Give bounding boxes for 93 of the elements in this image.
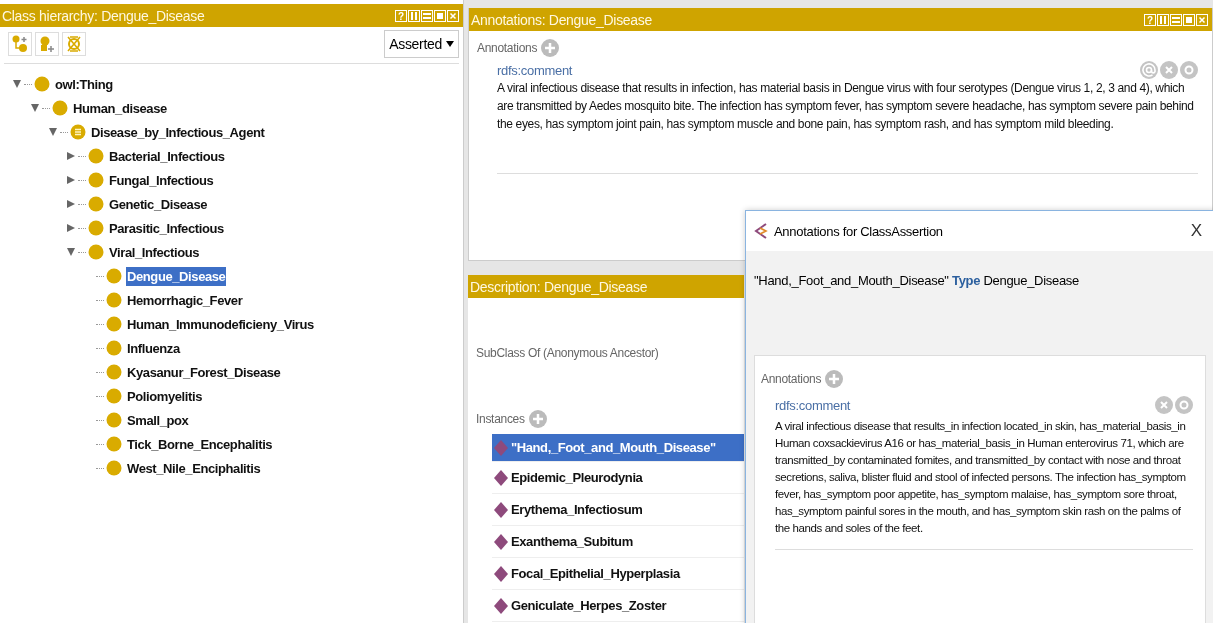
expand-triangle-icon[interactable]: [66, 223, 76, 233]
tree-item[interactable]: Kyasanur_Forest_Disease: [126, 362, 282, 382]
individual-diamond-icon: [494, 533, 508, 550]
instance-item[interactable]: Exanthema_Subitum: [492, 526, 744, 558]
crossed-node-icon: [65, 35, 83, 53]
close-icon[interactable]: [447, 9, 459, 22]
class-icon: [52, 100, 68, 116]
maximize-icon[interactable]: [1183, 13, 1195, 26]
delete-icon[interactable]: [1160, 61, 1178, 79]
collapse-triangle-icon[interactable]: [30, 103, 40, 113]
class-icon: [106, 412, 122, 428]
tree-item[interactable]: Bacterial_Infectious: [108, 146, 226, 166]
annotation-text: A viral infectious disease that results in infection, has material basis in Dengue virus with four serotypes (Dengue virus 1, 2, 3 and 4), which are transmitted by Aedes mosquito bite. The infection has symptom fever, has symptom severe headache, has symptom severe pain behind the eyes, has symptom joint pain, has symptom muscle and bone pain, has symptom rash, and has symptom mild bleeding.: [497, 80, 1195, 133]
defined-class-icon: [70, 124, 86, 140]
tree-item[interactable]: Genetic_Disease: [108, 194, 209, 214]
annotation-property[interactable]: rdfs:comment: [775, 397, 851, 413]
expand-triangle-icon[interactable]: [66, 151, 76, 161]
axiom-text: "Hand,_Foot_and_Mouth_Disease" Type Dengue_Disease: [753, 272, 1080, 290]
view-dropdown[interactable]: Asserted: [384, 30, 459, 58]
tree-item[interactable]: Disease_by_Infectious_Agent: [90, 122, 266, 142]
sibling-node-icon: [38, 35, 56, 53]
class-icon: [106, 316, 122, 332]
add-sibling-button[interactable]: [35, 32, 59, 56]
delete-icon[interactable]: [1155, 396, 1173, 414]
edit-icon[interactable]: [1180, 61, 1198, 79]
instance-item[interactable]: "Hand,_Foot_and_Mouth_Disease": [492, 434, 744, 462]
add-icon[interactable]: [825, 370, 844, 388]
add-icon[interactable]: [541, 39, 560, 57]
maximize-icon[interactable]: [434, 9, 446, 22]
class-icon: [106, 364, 122, 380]
panel-title: Description: Dengue_Disease: [470, 278, 649, 295]
annotation-text: A viral infectious disease that results_in infection located_in skin, has_material_basis_in Human coxsackievirus A16 or has_material_basis_in Human enterovirus 71, which are transmitted_by contaminated fomites, and transmitted_by contact with nose and throat secretions, saliva, blister fluid and stool of infected persons. The infection has_symptom fever, has_symptom poor appetite, has_symptom malaise, has_symptom sore throat, has_symptom painful sores in the mouth, and has_symptom skin rash on the palms of the hands and soles of the feet.: [775, 419, 1187, 536]
tree-item[interactable]: Tick_Borne_Encephalitis: [126, 434, 274, 454]
tree-item[interactable]: Influenza: [126, 338, 181, 358]
instance-item[interactable]: Focal_Epithelial_Hyperplasia: [492, 558, 744, 590]
tree-item[interactable]: Viral_Infectious: [108, 242, 201, 262]
tree-item[interactable]: Human_Immunodeficieny_Virus: [126, 314, 315, 334]
tree-item[interactable]: owl:Thing: [54, 74, 114, 94]
tree-item[interactable]: Hemorrhagic_Fever: [126, 290, 244, 310]
section-label: SubClass Of (Anonymous Ancestor): [476, 346, 659, 360]
section-label: Annotations: [761, 372, 822, 386]
collapse-triangle-icon[interactable]: [48, 127, 58, 137]
subclass-nodes-icon: [11, 35, 29, 53]
tree-item[interactable]: Poliomyelitis: [126, 386, 203, 406]
class-icon: [88, 220, 104, 236]
vertical-split-icon[interactable]: [1157, 13, 1169, 26]
vertical-split-icon[interactable]: [408, 9, 420, 22]
instance-item[interactable]: Epidemic_Pleurodynia: [492, 462, 744, 494]
logo-icon: [754, 223, 768, 239]
class-icon: [88, 148, 104, 164]
panel-title: Class hierarchy: Dengue_Disease: [2, 7, 206, 24]
close-icon[interactable]: [1196, 13, 1208, 26]
individual-diamond-icon: [494, 501, 508, 518]
section-label: Annotations: [477, 41, 538, 55]
class-icon: [88, 196, 104, 212]
tree-item[interactable]: Parasitic_Infectious: [108, 218, 225, 238]
dialog-title: Annotations for ClassAssertion: [774, 223, 944, 239]
collapse-triangle-icon[interactable]: [66, 247, 76, 257]
tree-item[interactable]: Dengue_Disease: [126, 266, 227, 286]
close-button[interactable]: X: [1188, 221, 1204, 241]
class-icon: [34, 76, 50, 92]
class-icon: [106, 268, 122, 284]
delete-class-button[interactable]: [62, 32, 86, 56]
class-icon: [106, 436, 122, 452]
class-icon: [106, 340, 122, 356]
horizontal-split-icon[interactable]: [421, 9, 433, 22]
horizontal-split-icon[interactable]: [1170, 13, 1182, 26]
tree-item[interactable]: Small_pox: [126, 410, 190, 430]
individual-diamond-icon: [494, 469, 508, 486]
tree-item[interactable]: Human_disease: [72, 98, 168, 118]
individual-diamond-icon: [494, 439, 508, 456]
expand-triangle-icon[interactable]: [66, 175, 76, 185]
class-icon: [106, 460, 122, 476]
collapse-triangle-icon[interactable]: [12, 79, 22, 89]
expand-triangle-icon[interactable]: [66, 199, 76, 209]
add-icon[interactable]: [528, 410, 547, 428]
caret-icon: [446, 41, 454, 47]
section-label: Instances: [476, 412, 525, 426]
panel-title: Annotations: Dengue_Disease: [471, 11, 654, 28]
add-subclass-button[interactable]: [8, 32, 32, 56]
at-icon[interactable]: [1140, 61, 1158, 79]
class-icon: [106, 292, 122, 308]
individual-diamond-icon: [494, 565, 508, 582]
instance-item[interactable]: Erythema_Infectiosum: [492, 494, 744, 526]
tree-item[interactable]: Fungal_Infectious: [108, 170, 215, 190]
class-icon: [88, 172, 104, 188]
class-icon: [106, 388, 122, 404]
class-icon: [88, 244, 104, 260]
edit-icon[interactable]: [1175, 396, 1193, 414]
tree-item[interactable]: West_Nile_Enciphalitis: [126, 458, 262, 478]
annotation-property[interactable]: rdfs:comment: [497, 62, 573, 78]
individual-diamond-icon: [494, 597, 508, 614]
instance-item[interactable]: Geniculate_Herpes_Zoster: [492, 590, 744, 622]
